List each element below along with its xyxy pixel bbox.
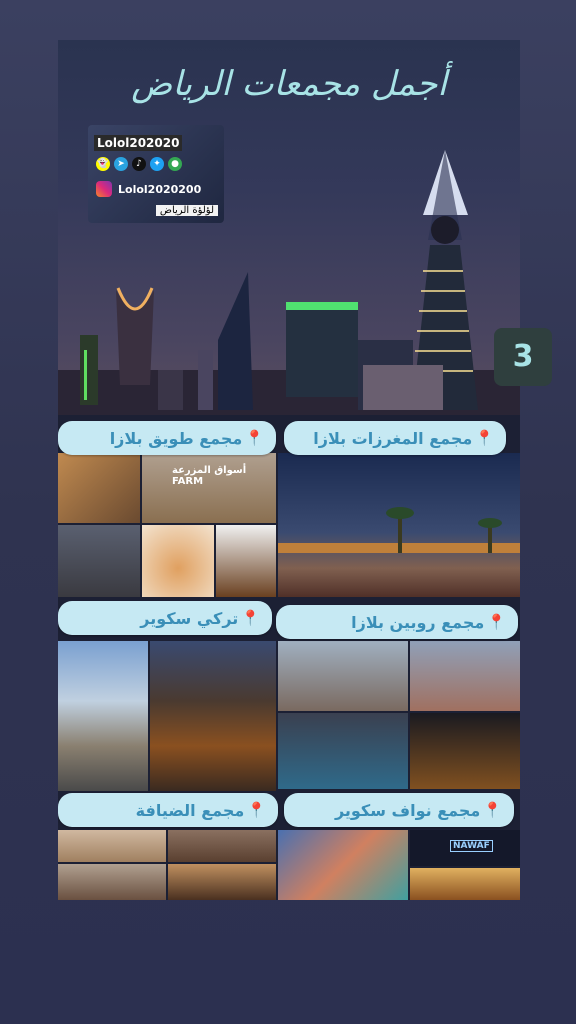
photo-robin-plaza-1	[278, 641, 408, 711]
mall-name: تركي سكوير	[140, 608, 239, 628]
photo-dhiafa-3	[58, 864, 166, 900]
map-pin-icon: 📍	[247, 801, 266, 819]
photo-robin-plaza-3	[278, 713, 408, 789]
map-pin-icon: 📍	[475, 429, 494, 447]
photo-robin-plaza-2	[410, 641, 520, 711]
photo-dessert	[142, 525, 214, 597]
photo-robin-plaza-4	[410, 713, 520, 789]
mall-name: مجمع نواف سكوير	[334, 800, 481, 820]
map-pin-icon: 📍	[241, 609, 260, 627]
maps-icon: ●	[168, 157, 182, 171]
malls-photo-grid: أسواق المزرعة FARM NAWAF 📍 مجمع المغرزات…	[58, 415, 520, 900]
photo-pizza-box	[58, 453, 140, 523]
page-title: أجمل مجمعات الرياض	[131, 64, 447, 104]
twitter-icon: ✦	[150, 157, 164, 171]
map-pin-icon: 📍	[245, 429, 264, 447]
photo-turki-square-day	[58, 641, 148, 791]
photo-dhiafa-4	[168, 864, 276, 900]
mall-name: مجمع الضيافة	[135, 800, 245, 820]
mall-label-maghrazat: 📍 مجمع المغرزات بلازا	[284, 421, 506, 455]
telegram-icon: ➤	[114, 157, 128, 171]
photo-plaza-night	[278, 453, 520, 597]
username-instagram: Lolol2020200	[118, 183, 202, 196]
photo-nawaf-sign: NAWAF	[410, 830, 520, 866]
photo-coffee-cup	[216, 525, 276, 597]
username-top: Lolol202020	[94, 135, 183, 151]
mall-label-tuwaiq: 📍 مجمع طويق بلازا	[58, 421, 276, 455]
mall-label-dhiafa: 📍 مجمع الضيافة	[58, 793, 278, 827]
snapchat-icon: 👻	[96, 157, 110, 171]
photo-nawaf-mural	[278, 830, 408, 900]
brand-label: لؤلؤة الرياض	[155, 205, 218, 216]
farm-sign: أسواق المزرعة FARM	[172, 465, 247, 487]
mall-label-turki: 📍 تركي سكوير	[58, 601, 272, 635]
photo-burger	[410, 868, 520, 900]
mall-name: مجمع طويق بلازا	[109, 428, 243, 448]
mall-name: مجمع روبين بلازا	[351, 612, 485, 632]
plaza-night-scene	[278, 507, 520, 553]
photo-building-street	[58, 525, 140, 597]
instagram-icon	[96, 181, 112, 197]
story-card: أجمل مجمعات الرياض Lolol202020 👻 ➤ ♪ ✦ ●…	[58, 40, 520, 900]
photo-turki-square-night	[150, 641, 276, 791]
photo-dhiafa-1	[58, 830, 166, 862]
mall-label-nawaf: 📍 مجمع نواف سكوير	[284, 793, 514, 827]
photo-dhiafa-2	[168, 830, 276, 862]
mall-label-robin: 📍 مجمع روبين بلازا	[276, 605, 518, 639]
map-pin-icon: 📍	[487, 613, 506, 631]
nawaf-sign-text: NAWAF	[450, 840, 493, 852]
social-icons-row: 👻 ➤ ♪ ✦ ●	[96, 157, 182, 171]
tiktok-icon: ♪	[132, 157, 146, 171]
map-pin-icon: 📍	[483, 801, 502, 819]
social-handles-box: Lolol202020 👻 ➤ ♪ ✦ ● Lolol2020200 لؤلؤة…	[88, 125, 224, 223]
mall-name: مجمع المغرزات بلازا	[313, 428, 473, 448]
photo-farm-market: أسواق المزرعة FARM	[142, 453, 276, 523]
page-number-badge: 3	[494, 328, 552, 386]
